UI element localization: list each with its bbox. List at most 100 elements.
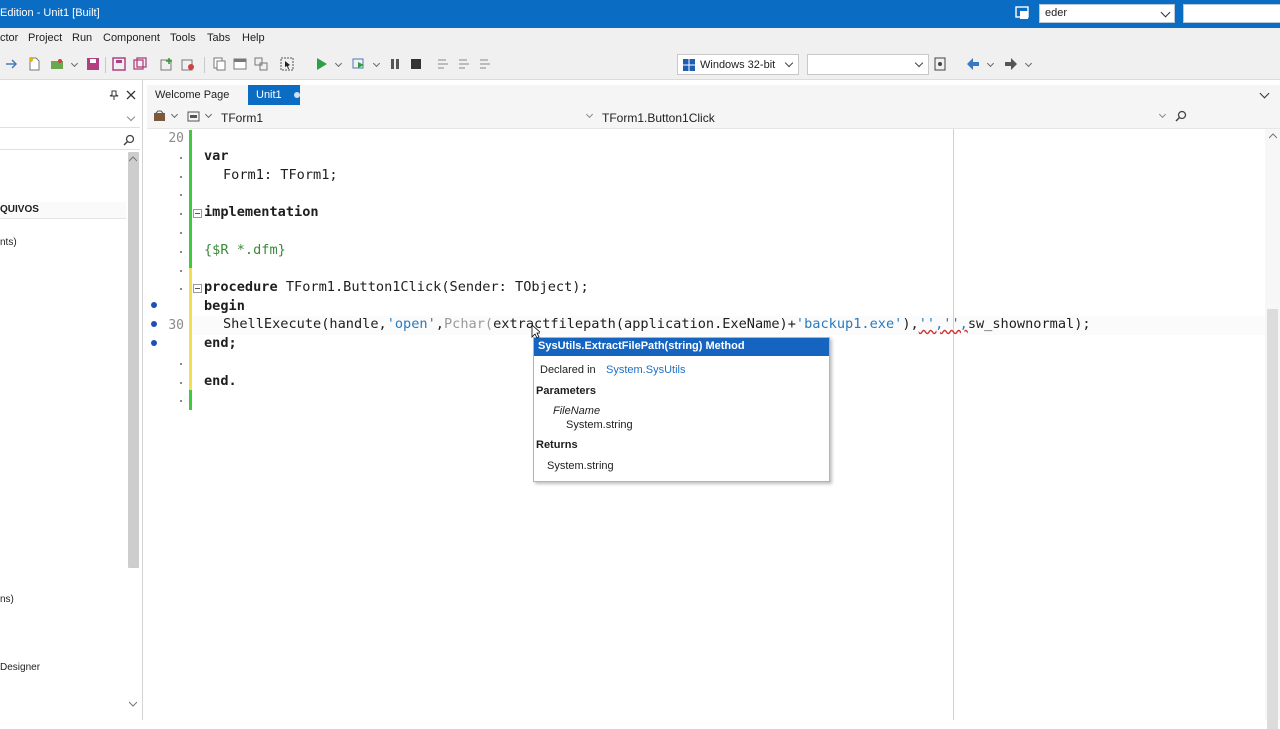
menu-item-project[interactable]: Project <box>28 32 62 44</box>
layout-icon[interactable] <box>1015 6 1029 20</box>
fold-toggle[interactable] <box>193 209 202 218</box>
step-over-icon[interactable] <box>457 57 471 71</box>
fold-toggle[interactable] <box>193 284 202 293</box>
run-icon[interactable] <box>314 57 328 71</box>
panel-view-combo[interactable] <box>0 110 140 128</box>
stop-icon[interactable] <box>409 57 423 71</box>
code-line: begin <box>204 298 245 314</box>
code-line: end. <box>204 373 237 389</box>
code-text: , <box>435 316 444 332</box>
scroll-down-icon[interactable] <box>128 698 138 707</box>
declared-link[interactable]: System.SysUtils <box>606 364 685 376</box>
new-file-icon[interactable] <box>27 57 41 71</box>
menu-item-run[interactable]: Run <box>72 32 92 44</box>
close-icon[interactable] <box>126 90 136 100</box>
gutter-dot <box>180 382 182 384</box>
window-title: Edition - Unit1 [Built] <box>0 7 100 19</box>
chevron-down-icon[interactable] <box>1158 110 1167 119</box>
step-out-icon[interactable] <box>478 57 492 71</box>
scroll-up-icon[interactable] <box>128 153 138 162</box>
change-bar <box>189 130 192 410</box>
menu-item-ctor[interactable]: ctor <box>0 32 18 44</box>
chevron-down-icon[interactable] <box>170 110 179 119</box>
code-navigator: TForm1 TForm1.Button1Click <box>147 105 1280 129</box>
tree-item[interactable]: Designer <box>0 662 40 673</box>
tab-unit1[interactable]: Unit1 <box>248 85 300 105</box>
step-into-icon[interactable] <box>436 57 450 71</box>
param-name: FileName <box>553 405 601 417</box>
desktop-layout-value: eder <box>1045 7 1068 19</box>
gutter-dot <box>180 270 182 272</box>
breakpoint-marker[interactable] <box>151 340 157 346</box>
project-manager-panel: QUIVOS nts) ns) Designer <box>0 80 143 720</box>
chevron-down-icon[interactable] <box>372 59 381 68</box>
toolbar <box>0 50 1280 80</box>
menu-item-help[interactable]: Help <box>242 32 265 44</box>
unit-icon <box>187 111 200 122</box>
breakpoint-marker[interactable] <box>151 302 157 308</box>
menu-item-tools[interactable]: Tools <box>170 32 196 44</box>
windows-logo-icon <box>683 59 695 71</box>
tree-item[interactable]: nts) <box>0 237 17 248</box>
chevron-down-icon[interactable] <box>1259 88 1270 99</box>
editor-scrollbar[interactable] <box>1265 129 1280 729</box>
code-text: ), <box>902 316 919 332</box>
pause-icon[interactable] <box>388 57 402 71</box>
chevron-down-icon[interactable] <box>334 59 343 68</box>
scrollbar[interactable] <box>128 152 139 568</box>
panel-search[interactable] <box>0 132 140 150</box>
breakpoint-marker[interactable] <box>151 321 157 327</box>
scroll-thumb[interactable] <box>1267 309 1278 729</box>
class-icon <box>154 110 165 121</box>
toolbar-separator <box>105 57 106 73</box>
code-line: end; <box>204 335 237 351</box>
menu-item-tabs[interactable]: Tabs <box>207 32 230 44</box>
gutter-dot <box>180 232 182 234</box>
target-platform-select[interactable]: Windows 32-bit <box>677 54 799 75</box>
save-icon[interactable] <box>86 57 100 71</box>
select-icon[interactable] <box>280 57 294 71</box>
tree-item[interactable]: QUIVOS <box>0 202 126 219</box>
menu-item-component[interactable]: Component <box>103 32 160 44</box>
chevron-down-icon[interactable] <box>986 59 995 68</box>
back-arrow-icon[interactable] <box>966 57 980 71</box>
navigator-method[interactable]: TForm1.Button1Click <box>602 111 715 125</box>
gutter-dot <box>180 157 182 159</box>
help-insight-tooltip: SysUtils.ExtractFilePath(string) Method … <box>533 337 830 482</box>
navigator-class[interactable]: TForm1 <box>221 111 263 125</box>
code-line: {$R *.dfm} <box>204 242 286 258</box>
gutter-dot <box>180 213 182 215</box>
search-icon[interactable] <box>123 134 135 146</box>
chevron-down-icon[interactable] <box>1024 59 1033 68</box>
code-text: Pchar( <box>443 316 494 332</box>
save-all-icon[interactable] <box>133 57 147 71</box>
run-without-debug-icon[interactable] <box>352 57 366 71</box>
open-project-icon[interactable] <box>50 57 64 71</box>
param-type: System.string <box>566 419 633 431</box>
chevron-down-icon[interactable] <box>585 110 594 119</box>
save-as-icon[interactable] <box>112 57 126 71</box>
tab-welcome-page[interactable]: Welcome Page <box>147 85 237 105</box>
gutter-dot <box>180 400 182 402</box>
ide-insight-box[interactable] <box>1183 4 1280 23</box>
add-file-icon[interactable] <box>160 57 174 71</box>
view-form-icon[interactable] <box>233 57 247 71</box>
scroll-up-icon[interactable] <box>1269 133 1277 139</box>
tree-item[interactable]: ns) <box>0 594 14 605</box>
build-config-select[interactable] <box>807 54 929 75</box>
code-line-current: ShellExecute(handle,'open',Pchar(extract… <box>223 316 1091 332</box>
gutter-dot <box>180 288 182 290</box>
pin-icon[interactable] <box>109 90 119 100</box>
search-icon[interactable] <box>1175 110 1187 122</box>
copy-icon[interactable] <box>212 57 226 71</box>
forward-arrow-icon[interactable] <box>1004 57 1018 71</box>
chevron-down-icon[interactable] <box>204 110 213 119</box>
chevron-down-icon[interactable] <box>70 59 79 68</box>
parameters-label: Parameters <box>536 385 596 397</box>
toggle-form-unit-icon[interactable] <box>254 57 268 71</box>
desktop-layout-combo[interactable]: eder <box>1039 4 1175 23</box>
configuration-manager-icon[interactable] <box>933 57 947 71</box>
code-text: ShellExecute(handle, <box>223 316 387 332</box>
remove-file-icon[interactable] <box>181 57 195 71</box>
arrow-icon[interactable] <box>4 57 18 71</box>
